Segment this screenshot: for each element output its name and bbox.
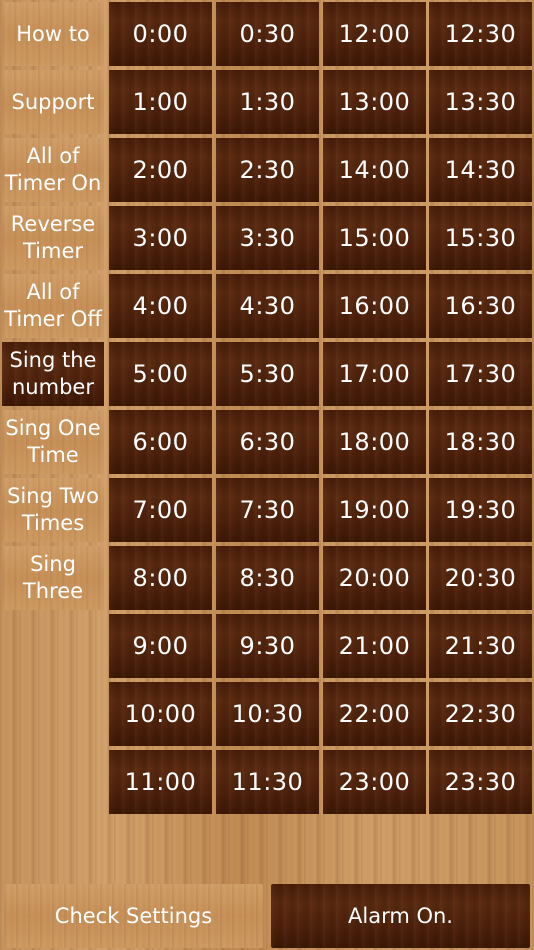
check-settings-button[interactable]: Check Settings (4, 884, 263, 948)
menu-support-button[interactable]: Support (2, 70, 104, 134)
menu-all-timer-off-button[interactable]: All of Timer Off (2, 274, 104, 338)
menu-sing-three-button[interactable]: Sing Three (2, 546, 104, 610)
time-slot-button[interactable]: 11:30 (216, 750, 319, 814)
time-slot-button[interactable]: 1:30 (216, 70, 319, 134)
time-slot-button[interactable]: 0:30 (216, 2, 319, 66)
time-slot-button[interactable]: 6:30 (216, 410, 319, 474)
time-slot-button[interactable]: 3:30 (216, 206, 319, 270)
time-slot-button[interactable]: 17:30 (429, 342, 532, 406)
time-slot-button[interactable]: 7:30 (216, 478, 319, 542)
time-slot-button[interactable]: 4:00 (109, 274, 212, 338)
time-slot-button[interactable]: 17:00 (323, 342, 426, 406)
time-slot-button[interactable]: 13:30 (429, 70, 532, 134)
time-slot-button[interactable]: 16:30 (429, 274, 532, 338)
time-slot-button[interactable]: 14:30 (429, 138, 532, 202)
timer-app: How to Support All of Timer On Reverse Time… (0, 0, 534, 950)
time-slot-button[interactable]: 6:00 (109, 410, 212, 474)
time-slot-button[interactable]: 0:00 (109, 2, 212, 66)
time-slot-button[interactable]: 13:00 (323, 70, 426, 134)
menu-sing-one-time-button[interactable]: Sing One Time (2, 410, 104, 474)
time-slot-button[interactable]: 2:30 (216, 138, 319, 202)
time-slot-button[interactable]: 16:00 (323, 274, 426, 338)
time-slot-button[interactable]: 23:00 (323, 750, 426, 814)
time-slot-button[interactable]: 1:00 (109, 70, 212, 134)
time-slot-button[interactable]: 22:00 (323, 682, 426, 746)
time-slot-button[interactable]: 5:00 (109, 342, 212, 406)
time-slot-button[interactable]: 18:00 (323, 410, 426, 474)
time-slot-button[interactable]: 9:00 (109, 614, 212, 678)
time-slot-button[interactable]: 22:30 (429, 682, 532, 746)
menu-sing-number-button[interactable]: Sing the number (2, 342, 104, 406)
time-slot-button[interactable]: 10:00 (109, 682, 212, 746)
time-slot-button[interactable]: 21:30 (429, 614, 532, 678)
time-slot-button[interactable]: 5:30 (216, 342, 319, 406)
time-slot-button[interactable]: 15:00 (323, 206, 426, 270)
time-slot-button[interactable]: 12:00 (323, 2, 426, 66)
time-slot-button[interactable]: 20:00 (323, 546, 426, 610)
time-slot-button[interactable]: 19:00 (323, 478, 426, 542)
time-slot-button[interactable]: 20:30 (429, 546, 532, 610)
time-slot-button[interactable]: 3:00 (109, 206, 212, 270)
time-slot-button[interactable]: 19:30 (429, 478, 532, 542)
time-slot-button[interactable]: 10:30 (216, 682, 319, 746)
menu-all-timer-on-button[interactable]: All of Timer On (2, 138, 104, 202)
alarm-toggle-button[interactable]: Alarm On. (271, 884, 530, 948)
menu-reverse-timer-button[interactable]: Reverse Timer (2, 206, 104, 270)
time-slot-button[interactable]: 12:30 (429, 2, 532, 66)
time-slot-button[interactable]: 9:30 (216, 614, 319, 678)
time-slot-button[interactable]: 2:00 (109, 138, 212, 202)
time-slot-button[interactable]: 14:00 (323, 138, 426, 202)
menu-sing-two-times-button[interactable]: Sing Two Times (2, 478, 104, 542)
time-slot-button[interactable]: 18:30 (429, 410, 532, 474)
time-slot-button[interactable]: 8:30 (216, 546, 319, 610)
time-slot-button[interactable]: 8:00 (109, 546, 212, 610)
time-slot-button[interactable]: 23:30 (429, 750, 532, 814)
time-slot-button[interactable]: 15:30 (429, 206, 532, 270)
menu-how-to-button[interactable]: How to (2, 2, 104, 66)
time-slot-button[interactable]: 7:00 (109, 478, 212, 542)
time-slot-button[interactable]: 4:30 (216, 274, 319, 338)
time-slot-button[interactable]: 21:00 (323, 614, 426, 678)
time-slot-button[interactable]: 11:00 (109, 750, 212, 814)
